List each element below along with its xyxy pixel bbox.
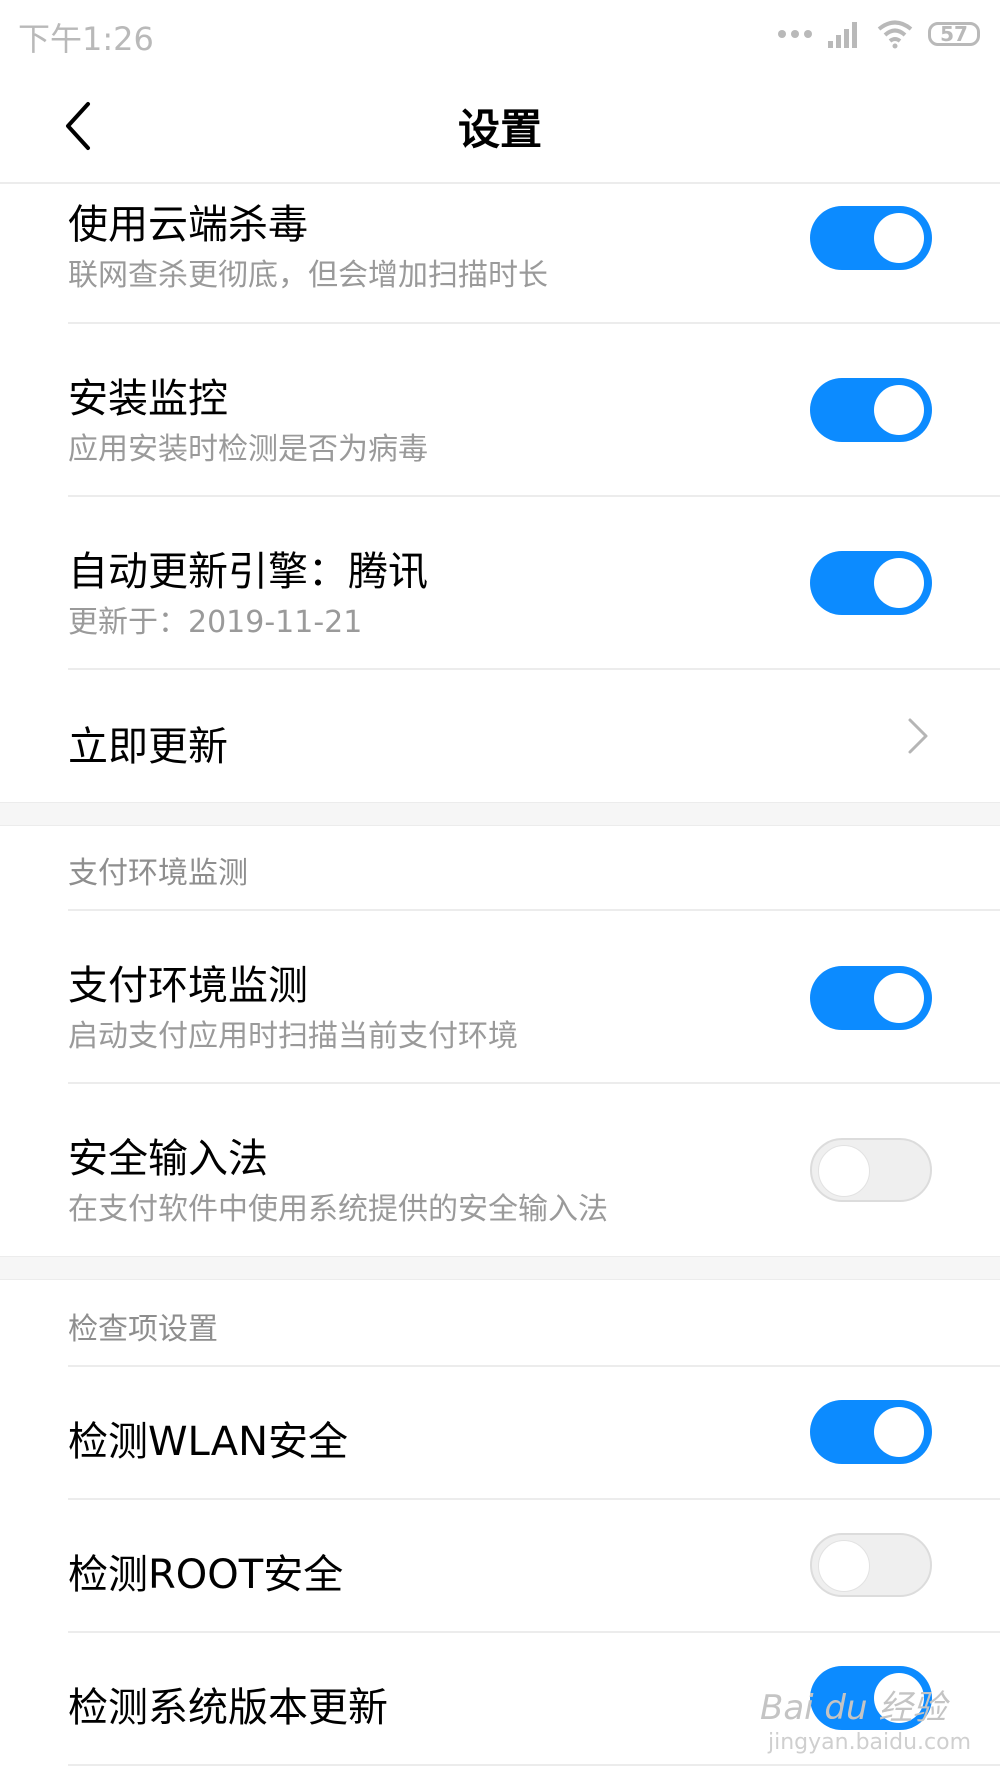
status-time: 下午1:26 [18,20,154,58]
setting-label: 安全输入法 [68,1136,268,1182]
page-title: 设置 [457,105,542,154]
cloud-scan-toggle[interactable] [810,206,932,270]
section-gap [0,1256,1000,1280]
section-title: 支付环境监测 [68,856,248,891]
setting-row-install-monitor[interactable]: 安装监控 应用安装时检测是否为病毒 [0,324,1000,496]
setting-label: 使用云端杀毒 [68,202,308,248]
status-bar: 下午1:26 57 [0,0,1000,70]
setting-description: 在支付软件中使用系统提供的安全输入法 [68,1192,608,1227]
wifi-icon [877,20,913,49]
section-header-payment: 支付环境监测 [0,824,1000,910]
setting-label: 支付环境监测 [68,963,308,1009]
setting-label: 立即更新 [68,724,228,770]
setting-label: 检测ROOT安全 [68,1552,344,1598]
wlan-check-toggle[interactable] [810,1400,932,1464]
payment-monitor-toggle[interactable] [810,966,932,1030]
section-title: 检查项设置 [68,1312,218,1347]
setting-row-root[interactable]: 检测ROOT安全 [0,1500,1000,1632]
setting-description: 启动支付应用时扫描当前支付环境 [68,1019,518,1054]
section-header-check: 检查项设置 [0,1278,1000,1366]
setting-label: 安装监控 [68,376,228,422]
setting-row-secure-keyboard[interactable]: 安全输入法 在支付软件中使用系统提供的安全输入法 [0,1084,1000,1256]
setting-description: 联网查杀更彻底，但会增加扫描时长 [68,258,548,293]
setting-description: 应用安装时检测是否为病毒 [68,432,428,467]
setting-label: 检测WLAN安全 [68,1419,349,1465]
more-dots-icon [778,30,812,38]
setting-row-cloud-scan[interactable]: 使用云端杀毒 联网查杀更彻底，但会增加扫描时长 [0,184,1000,324]
signal-icon [828,22,857,48]
auto-update-toggle[interactable] [810,551,932,615]
setting-description: 更新于：2019-11-21 [68,605,363,640]
secure-keyboard-toggle[interactable] [810,1138,932,1202]
setting-label: 自动更新引擎：腾讯 [68,549,428,595]
chevron-right-icon [908,718,928,754]
status-icons: 57 [778,16,980,52]
install-monitor-toggle[interactable] [810,378,932,442]
divider [68,1764,1000,1766]
battery-icon: 57 [928,22,980,46]
setting-row-wlan[interactable]: 检测WLAN安全 [0,1367,1000,1499]
title-bar: 设置 [0,70,1000,184]
setting-row-payment-monitor[interactable]: 支付环境监测 启动支付应用时扫描当前支付环境 [0,911,1000,1083]
setting-row-auto-update[interactable]: 自动更新引擎：腾讯 更新于：2019-11-21 [0,497,1000,669]
root-check-toggle[interactable] [810,1533,932,1597]
section-gap [0,802,1000,826]
watermark-logo: Bai du 经验 [760,1688,947,1728]
watermark-url: jingyan.baidu.com [768,1730,972,1755]
setting-label: 检测系统版本更新 [68,1685,388,1731]
update-now-row[interactable]: 立即更新 [0,670,1000,802]
